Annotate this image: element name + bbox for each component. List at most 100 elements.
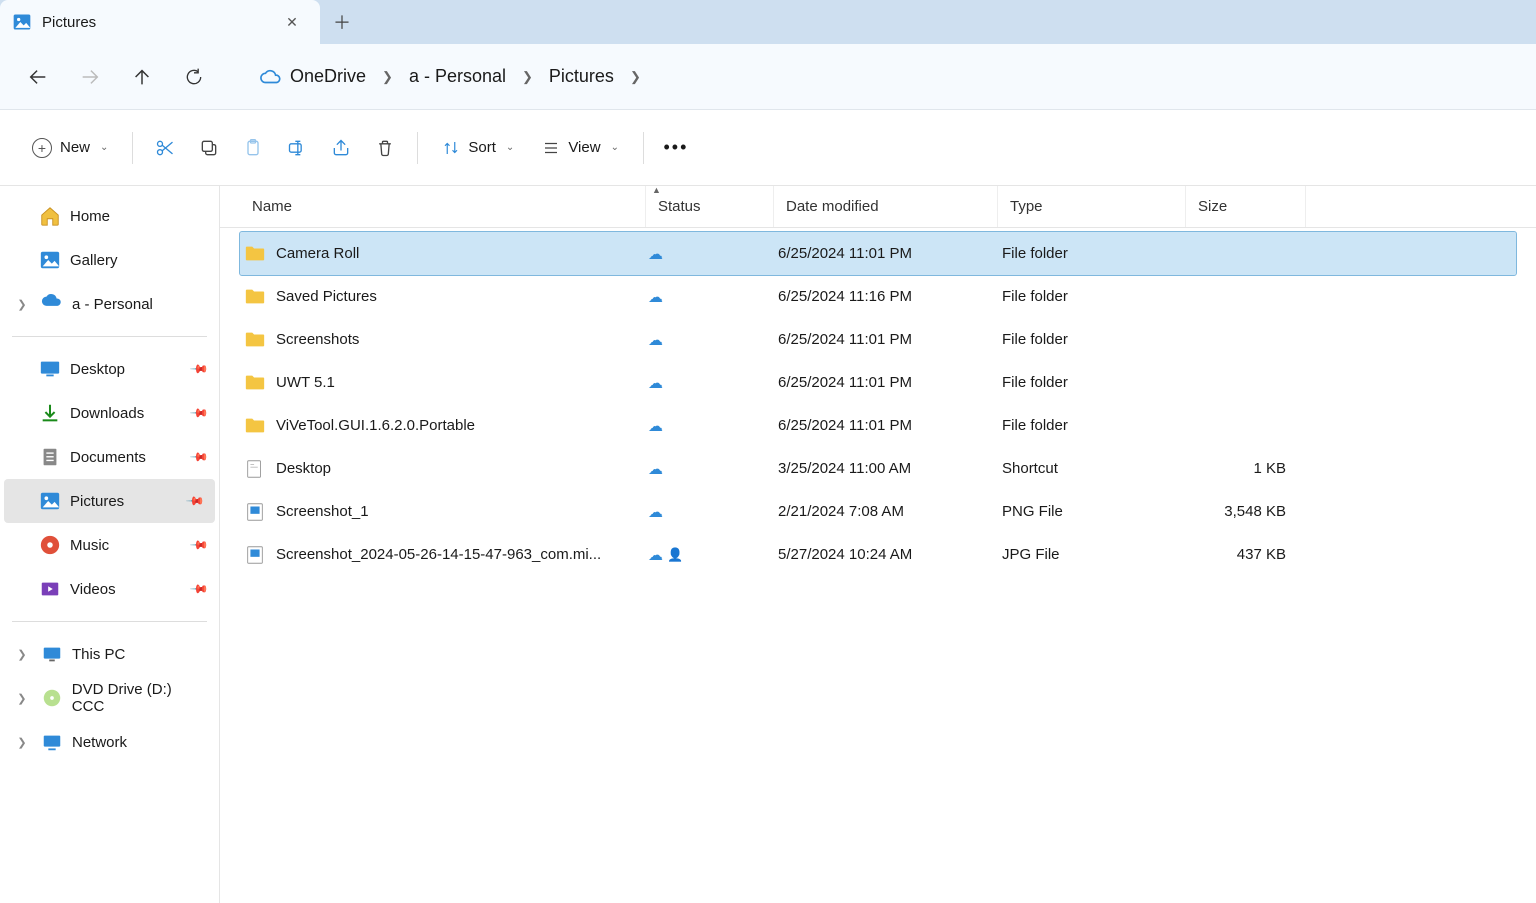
sidebar-item-home[interactable]: Home (0, 194, 219, 238)
file-date: 6/25/2024 11:01 PM (766, 374, 990, 391)
file-name: Screenshot_1 (276, 503, 369, 520)
file-date: 2/21/2024 7:08 AM (766, 503, 990, 520)
rename-button[interactable] (275, 128, 319, 168)
file-row[interactable]: Camera Roll☁6/25/2024 11:01 PMFile folde… (240, 232, 1516, 275)
sidebar-item-music[interactable]: Music📌 (0, 523, 219, 567)
pin-icon: 📌 (189, 359, 209, 379)
list-icon (542, 139, 560, 157)
col-status[interactable]: Status (646, 186, 774, 227)
copy-button[interactable] (187, 128, 231, 168)
file-row[interactable]: Screenshots☁6/25/2024 11:01 PMFile folde… (240, 318, 1516, 361)
chevron-right-icon[interactable]: ❯ (12, 692, 32, 705)
col-size[interactable]: Size (1186, 186, 1306, 227)
chevron-right-icon[interactable]: ❯ (12, 736, 32, 749)
sidebar-item-label: Pictures (70, 493, 124, 510)
command-bar: + New ⌄ Sort ⌄ View ⌄ ••• (0, 110, 1536, 186)
new-button[interactable]: + New ⌄ (18, 128, 122, 168)
more-button[interactable]: ••• (654, 128, 698, 168)
file-date: 6/25/2024 11:01 PM (766, 331, 990, 348)
sidebar-item-desktop[interactable]: Desktop📌 (0, 347, 219, 391)
sidebar-item-network[interactable]: ❯Network (0, 720, 219, 764)
up-button[interactable] (116, 57, 168, 97)
sidebar-item-this-pc[interactable]: ❯This PC (0, 632, 219, 676)
music-icon (39, 534, 61, 556)
pictures-icon (39, 490, 61, 512)
sidebar-item-pictures[interactable]: Pictures📌 (4, 479, 215, 523)
sidebar-item-downloads[interactable]: Downloads 📌 (0, 391, 219, 435)
crumb-pictures[interactable]: Pictures (539, 60, 624, 93)
chevron-down-icon: ⌄ (611, 142, 619, 153)
cloud-status-icon: ☁ (648, 245, 663, 263)
chevron-right-icon[interactable]: ❯ (376, 69, 399, 85)
sort-button[interactable]: Sort ⌄ (428, 128, 528, 168)
file-row[interactable]: ViVeTool.GUI.1.6.2.0.Portable☁6/25/2024 … (240, 404, 1516, 447)
crumb-personal[interactable]: a - Personal (399, 60, 516, 93)
file-type: File folder (990, 288, 1178, 305)
delete-button[interactable] (363, 128, 407, 168)
sidebar-item-label: Documents (70, 449, 146, 466)
chevron-right-icon[interactable]: ❯ (624, 69, 647, 85)
chevron-down-icon: ⌄ (506, 142, 514, 153)
file-size: 1 KB (1178, 460, 1298, 477)
close-tab-button[interactable]: ✕ (278, 8, 306, 36)
share-icon (331, 138, 351, 158)
cloud-status-icon: ☁ (648, 460, 663, 478)
file-row[interactable]: Screenshot_1☁2/21/2024 7:08 AMPNG File3,… (240, 490, 1516, 533)
sidebar-item-label: Home (70, 208, 110, 225)
arrow-up-icon (131, 66, 153, 88)
sidebar-item-documents[interactable]: Documents📌 (0, 435, 219, 479)
sidebar-item-videos[interactable]: Videos📌 (0, 567, 219, 611)
documents-icon (39, 446, 61, 468)
new-tab-button[interactable]: ＋ (320, 0, 364, 44)
chevron-right-icon[interactable]: ❯ (516, 69, 539, 85)
column-headers: ▲ Name Status Date modified Type Size (220, 186, 1536, 228)
file-name: Screenshot_2024-05-26-14-15-47-963_com.m… (276, 546, 601, 563)
pin-icon: 📌 (189, 535, 209, 555)
file-row[interactable]: Saved Pictures☁6/25/2024 11:16 PMFile fo… (240, 275, 1516, 318)
cloud-status-icon: ☁ (648, 374, 663, 392)
person-icon: 👤 (667, 547, 683, 563)
file-row[interactable]: Screenshot_2024-05-26-14-15-47-963_com.m… (240, 533, 1516, 576)
file-row[interactable]: UWT 5.1☁6/25/2024 11:01 PMFile folder (240, 361, 1516, 404)
rename-icon (287, 138, 307, 158)
dvd-icon (41, 687, 63, 709)
folder-icon (244, 415, 266, 437)
pin-icon: 📌 (189, 579, 209, 599)
col-type[interactable]: Type (998, 186, 1186, 227)
crumb-onedrive[interactable]: OneDrive (250, 60, 376, 93)
file-type: File folder (990, 374, 1178, 391)
col-name[interactable]: Name (240, 186, 646, 227)
refresh-button[interactable] (168, 57, 220, 97)
back-button[interactable] (12, 57, 64, 97)
sidebar-item-label: Downloads (70, 405, 144, 422)
sidebar-item-label: a - Personal (72, 296, 153, 313)
file-row[interactable]: Desktop☁3/25/2024 11:00 AMShortcut1 KB (240, 447, 1516, 490)
paste-button[interactable] (231, 128, 275, 168)
sidebar-item-gallery[interactable]: Gallery (0, 238, 219, 282)
downloads-icon (39, 402, 61, 424)
file-type: File folder (990, 417, 1178, 434)
share-button[interactable] (319, 128, 363, 168)
cloud-status-icon: ☁ (648, 417, 663, 435)
ellipsis-icon: ••• (664, 137, 689, 158)
cut-button[interactable] (143, 128, 187, 168)
pc-icon (41, 643, 63, 665)
scissors-icon (155, 138, 175, 158)
file-type: JPG File (990, 546, 1178, 563)
file-name: ViVeTool.GUI.1.6.2.0.Portable (276, 417, 475, 434)
desktop-icon (39, 358, 61, 380)
chevron-right-icon[interactable]: ❯ (12, 298, 32, 311)
col-date[interactable]: Date modified (774, 186, 998, 227)
sidebar-item-dvd-drive-d-ccc[interactable]: ❯DVD Drive (D:) CCC (0, 676, 219, 720)
forward-button[interactable] (64, 57, 116, 97)
pin-icon: 📌 (189, 403, 209, 423)
sidebar-item-label: Gallery (70, 252, 118, 269)
chevron-right-icon[interactable]: ❯ (12, 648, 32, 661)
view-button[interactable]: View ⌄ (528, 128, 633, 168)
file-type: File folder (990, 245, 1178, 262)
address-bar: OneDrive ❯ a - Personal ❯ Pictures ❯ (0, 44, 1536, 110)
cloud-icon (260, 69, 282, 85)
tab-pictures[interactable]: Pictures ✕ (0, 0, 320, 44)
file-list: ▲ Name Status Date modified Type Size Ca… (220, 186, 1536, 903)
sidebar-item-a-personal[interactable]: ❯ a - Personal (0, 282, 219, 326)
